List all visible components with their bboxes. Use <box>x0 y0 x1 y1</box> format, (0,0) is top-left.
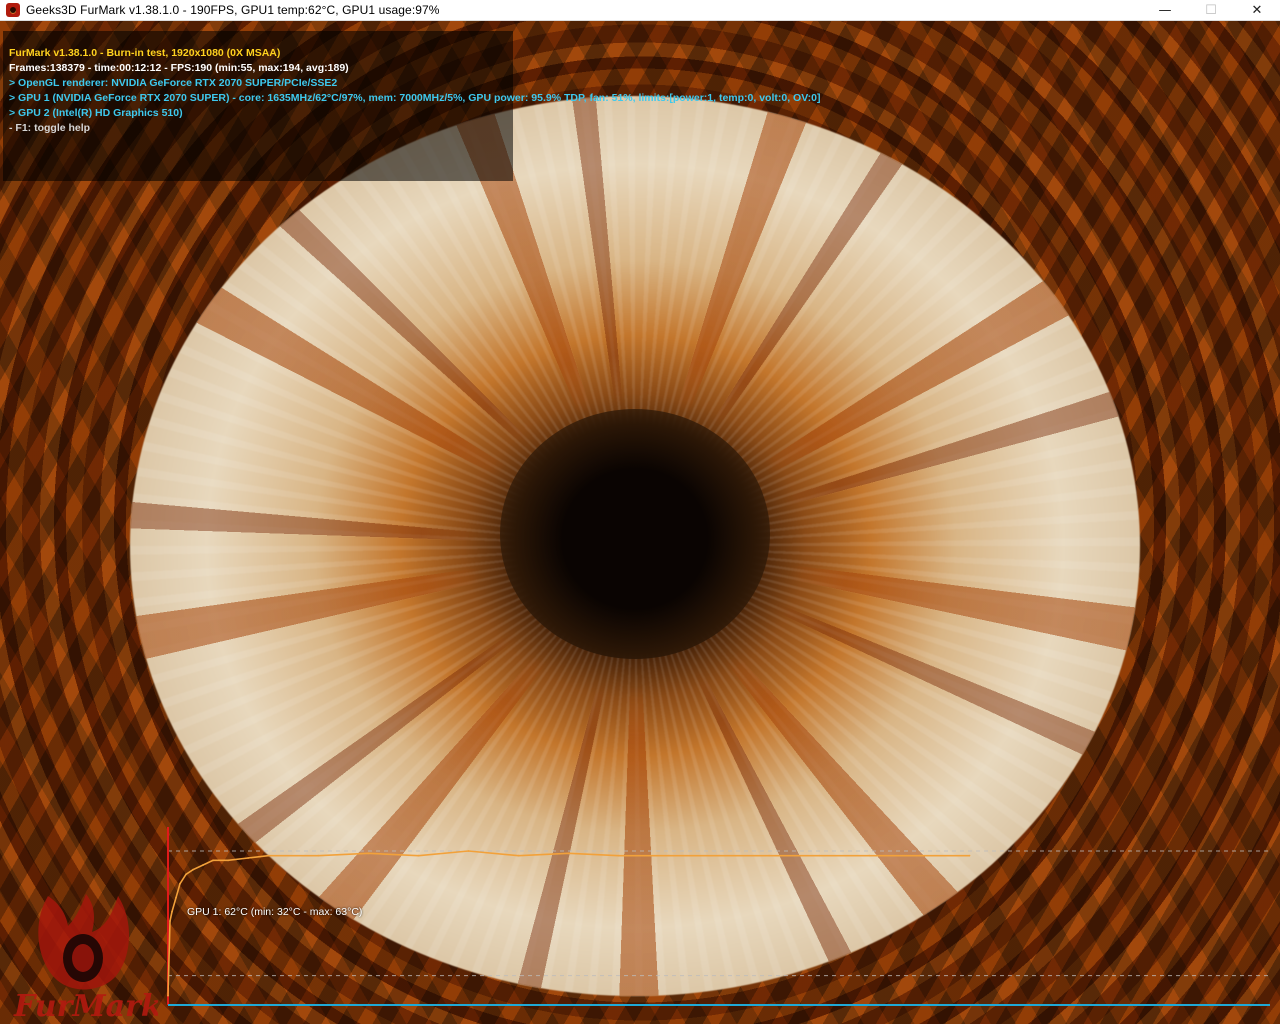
gpu-temp-point <box>567 852 570 855</box>
furmark-app-icon <box>6 3 20 17</box>
window-title: Geeks3D FurMark v1.38.1.0 - 190FPS, GPU1… <box>26 3 440 17</box>
hud-stats-line: Frames:138379 - time:00:12:12 - FPS:190 … <box>9 62 349 74</box>
gpu-temp-point <box>167 994 169 997</box>
gpu-temp-point <box>968 854 971 857</box>
hud-gpu2-line: > GPU 2 (Intel(R) HD Graphics 510) <box>9 107 183 119</box>
maximize-button[interactable]: ☐ <box>1188 0 1234 21</box>
gpu-temp-point <box>768 854 770 857</box>
furmark-logo-graphic: FurMark <box>13 894 162 1024</box>
gpu-temp-point <box>467 850 470 852</box>
hud-renderer-line: > OpenGL renderer: NVIDIA GeForce RTX 20… <box>9 77 338 89</box>
gpu-temp-point <box>179 882 181 885</box>
gpu-temp-point <box>212 859 214 862</box>
gpu-temp-point <box>227 859 230 862</box>
furmark-logo: FurMark <box>8 876 162 1024</box>
gpu-temp-series-line <box>167 850 970 996</box>
render-viewport[interactable]: FurMark v1.38.1.0 - Burn-in test, 1920x1… <box>0 21 1280 1024</box>
close-icon: ✕ <box>1251 3 1263 18</box>
hud-gpu1-line: > GPU 1 (NVIDIA GeForce RTX 2070 SUPER) … <box>9 92 821 104</box>
gpu-temp-point <box>668 854 670 857</box>
minimize-icon: — <box>1158 3 1172 18</box>
gpu-temp-point <box>317 854 320 857</box>
gpu-temp-point <box>169 920 171 922</box>
close-button[interactable]: ✕ <box>1234 0 1280 21</box>
gpu-temp-point <box>918 854 921 857</box>
gpu-temp-point <box>175 896 177 899</box>
logo-wordmark: FurMark <box>13 989 158 1024</box>
gpu-temp-point <box>192 868 194 871</box>
gpu-temp-point <box>202 864 204 866</box>
gpu-temp-point <box>517 854 520 857</box>
gpu-temp-point <box>185 873 187 876</box>
gpu-temp-graph: GPU 1: 62°C (min: 32°C - max: 63°C) <box>166 827 1274 1007</box>
hud-panel: FurMark v1.38.1.0 - Burn-in test, 1920x1… <box>3 31 820 181</box>
gpu-temp-point <box>417 854 420 857</box>
gpu-temp-label: GPU 1: 62°C (min: 32°C - max: 63°C) <box>187 906 363 918</box>
window-controls: — ☐ ✕ <box>1142 0 1280 21</box>
maximize-icon: ☐ <box>1205 3 1217 18</box>
gpu-temp-point <box>617 854 620 857</box>
window-titlebar[interactable]: Geeks3D FurMark v1.38.1.0 - 190FPS, GPU1… <box>0 0 1280 21</box>
hud-title-line: FurMark v1.38.1.0 - Burn-in test, 1920x1… <box>9 47 281 59</box>
minimize-button[interactable]: — <box>1142 0 1188 21</box>
donut-center <box>500 409 770 659</box>
gpu-temp-point <box>718 854 720 857</box>
gpu-temp-point <box>818 854 821 857</box>
hud-help-line: - F1: toggle help <box>9 122 91 134</box>
gpu-temp-point <box>171 910 173 913</box>
gpu-temp-point <box>367 852 370 855</box>
gpu-temp-point <box>868 854 871 857</box>
gpu-temp-point <box>267 854 270 857</box>
gpu-temp-point <box>247 857 250 859</box>
